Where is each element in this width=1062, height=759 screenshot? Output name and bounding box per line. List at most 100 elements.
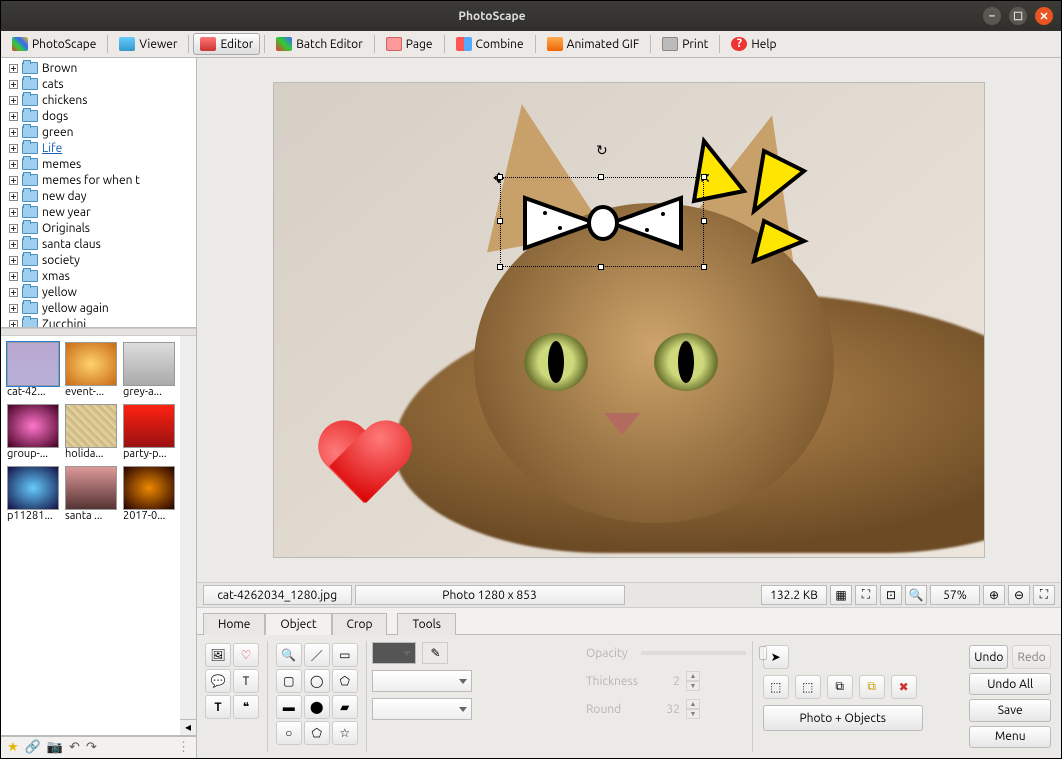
- thumb-holiday[interactable]: holida...: [65, 404, 117, 460]
- ellipse-tool-icon[interactable]: ◯: [304, 669, 330, 693]
- save-button[interactable]: Save: [969, 699, 1051, 721]
- bring-front-icon[interactable]: ⬚: [763, 675, 789, 699]
- duplicate-icon[interactable]: ⧉: [827, 675, 853, 699]
- grip-icon[interactable]: ⋮: [177, 740, 190, 755]
- folder-xmas[interactable]: xmas: [3, 268, 194, 284]
- folder-life[interactable]: Life: [3, 140, 194, 156]
- tab-help[interactable]: ?Help: [724, 33, 783, 55]
- close-button[interactable]: ✕: [1035, 7, 1053, 25]
- folder-santa-claus[interactable]: santa claus: [3, 236, 194, 252]
- folder-society[interactable]: society: [3, 252, 194, 268]
- eyedropper-icon[interactable]: ✎: [422, 642, 448, 664]
- folder-zucchini[interactable]: Zucchini: [3, 316, 194, 327]
- line-style-select[interactable]: [372, 670, 472, 692]
- tab-editor[interactable]: Editor: [193, 33, 260, 55]
- tab-animated-gif[interactable]: Animated GIF: [540, 33, 647, 55]
- folder-tree[interactable]: Brown cats chickens dogs green Life meme…: [1, 58, 196, 328]
- tab-viewer[interactable]: Viewer: [112, 33, 184, 55]
- thumb-grey[interactable]: grey-a...: [123, 342, 175, 398]
- pentagon-tool-icon[interactable]: ⬠: [304, 721, 330, 745]
- tab-print[interactable]: Print: [655, 33, 715, 55]
- polygon-tool-icon[interactable]: ⬠: [332, 669, 358, 693]
- zoom-in-icon[interactable]: ⊕: [983, 585, 1005, 605]
- folder-brown[interactable]: Brown: [3, 60, 194, 76]
- tab-photoscape[interactable]: PhotoScape: [5, 33, 103, 55]
- folder-dogs[interactable]: dogs: [3, 108, 194, 124]
- fullscreen-icon[interactable]: ⛶: [1033, 585, 1055, 605]
- forward-arrow-icon[interactable]: ↷: [86, 740, 97, 755]
- filled-ellipse-tool-icon[interactable]: ⬤: [304, 695, 330, 719]
- delete-object-icon[interactable]: ✖: [891, 675, 917, 699]
- folder-cats[interactable]: cats: [3, 76, 194, 92]
- zoom-to-fit-icon[interactable]: 🔍: [905, 585, 927, 605]
- text-tool-icon[interactable]: T: [233, 669, 259, 693]
- bowtie-sticker[interactable]: [515, 188, 691, 258]
- transparency-grid-icon[interactable]: ▦: [830, 585, 852, 605]
- menu-button[interactable]: Menu: [969, 726, 1051, 748]
- folder-memes[interactable]: memes: [3, 156, 194, 172]
- thumb-group[interactable]: group-...: [7, 404, 59, 460]
- canvas-area[interactable]: ↻ ✥ ✕: [197, 58, 1061, 582]
- star-icon[interactable]: ★: [7, 740, 19, 755]
- heart-tool-icon[interactable]: ♡: [233, 643, 259, 667]
- pointer-tool-icon[interactable]: ➤: [763, 645, 789, 669]
- folder-originals[interactable]: Originals: [3, 220, 194, 236]
- star-tool-icon[interactable]: ☆: [332, 721, 358, 745]
- etab-crop[interactable]: Crop: [332, 613, 388, 635]
- image-tool-icon[interactable]: 🖼: [205, 643, 231, 667]
- thickness-spinner[interactable]: ▲▼: [686, 671, 700, 691]
- back-arrow-icon[interactable]: ↶: [69, 740, 80, 755]
- circle-tool-icon[interactable]: ○: [276, 721, 302, 745]
- thumb-santa[interactable]: santa ...: [65, 466, 117, 522]
- filled-rect-tool-icon[interactable]: ▰: [332, 695, 358, 719]
- folder-new-day[interactable]: new day: [3, 188, 194, 204]
- richtext-tool-icon[interactable]: T: [205, 695, 231, 719]
- filled-roundrect-tool-icon[interactable]: ▬: [276, 695, 302, 719]
- fit-screen-icon[interactable]: ⛶: [855, 585, 877, 605]
- zoom-out-icon[interactable]: ⊖: [1008, 585, 1030, 605]
- tab-combine[interactable]: Combine: [449, 33, 531, 55]
- camera-icon[interactable]: 📷: [47, 740, 63, 755]
- tab-batch-editor[interactable]: Batch Editor: [269, 33, 369, 55]
- heart-sticker[interactable]: [314, 423, 414, 513]
- speech-bubble-tool-icon[interactable]: 💬: [205, 669, 231, 693]
- tab-page[interactable]: Page: [379, 33, 440, 55]
- undo-all-button[interactable]: Undo All: [969, 673, 1051, 695]
- thumb-2017[interactable]: 2017-0...: [123, 466, 175, 522]
- etab-object[interactable]: Object: [265, 613, 331, 635]
- undo-button[interactable]: Undo: [969, 645, 1008, 669]
- canvas[interactable]: ↻ ✥ ✕: [274, 83, 984, 557]
- actual-size-icon[interactable]: ⊡: [880, 585, 902, 605]
- folder-new-year[interactable]: new year: [3, 204, 194, 220]
- link-icon[interactable]: 🔗: [25, 740, 41, 755]
- maximize-button[interactable]: ☐: [1009, 7, 1027, 25]
- photo-plus-objects-button[interactable]: Photo + Objects: [763, 705, 923, 731]
- folder-yellow-again[interactable]: yellow again: [3, 300, 194, 316]
- folder-chickens[interactable]: chickens: [3, 92, 194, 108]
- splitter-horizontal[interactable]: [1, 328, 196, 336]
- color-picker[interactable]: [372, 642, 416, 664]
- folder-yellow[interactable]: yellow: [3, 284, 194, 300]
- minimize-button[interactable]: –: [983, 7, 1001, 25]
- folder-green[interactable]: green: [3, 124, 194, 140]
- rect-tool-icon[interactable]: ▭: [332, 643, 358, 667]
- round-spinner[interactable]: ▲▼: [686, 699, 700, 719]
- thumb-event[interactable]: event-...: [65, 342, 117, 398]
- redo-button[interactable]: Redo: [1012, 645, 1051, 669]
- magnifier-tool-icon[interactable]: 🔍: [276, 643, 302, 667]
- opacity-slider[interactable]: [641, 651, 746, 655]
- send-back-icon[interactable]: ⬚: [795, 675, 821, 699]
- etab-tools[interactable]: Tools: [397, 613, 456, 635]
- selection-box[interactable]: ↻ ✥ ✕: [500, 177, 704, 267]
- group-icon[interactable]: ⧉: [859, 675, 885, 699]
- thumb-cat[interactable]: cat-42...: [7, 342, 59, 398]
- line-tool-icon[interactable]: ／: [304, 643, 330, 667]
- etab-home[interactable]: Home: [203, 613, 265, 635]
- thumb-nav[interactable]: ◂: [180, 336, 196, 735]
- symbol-tool-icon[interactable]: ❝: [233, 695, 259, 719]
- arrow-style-select[interactable]: [372, 698, 472, 720]
- folder-memes-for-when[interactable]: memes for when t: [3, 172, 194, 188]
- thumb-party[interactable]: party-p...: [123, 404, 175, 460]
- rotate-handle-icon[interactable]: ↻: [596, 142, 608, 159]
- thumb-p11281[interactable]: p11281...: [7, 466, 59, 522]
